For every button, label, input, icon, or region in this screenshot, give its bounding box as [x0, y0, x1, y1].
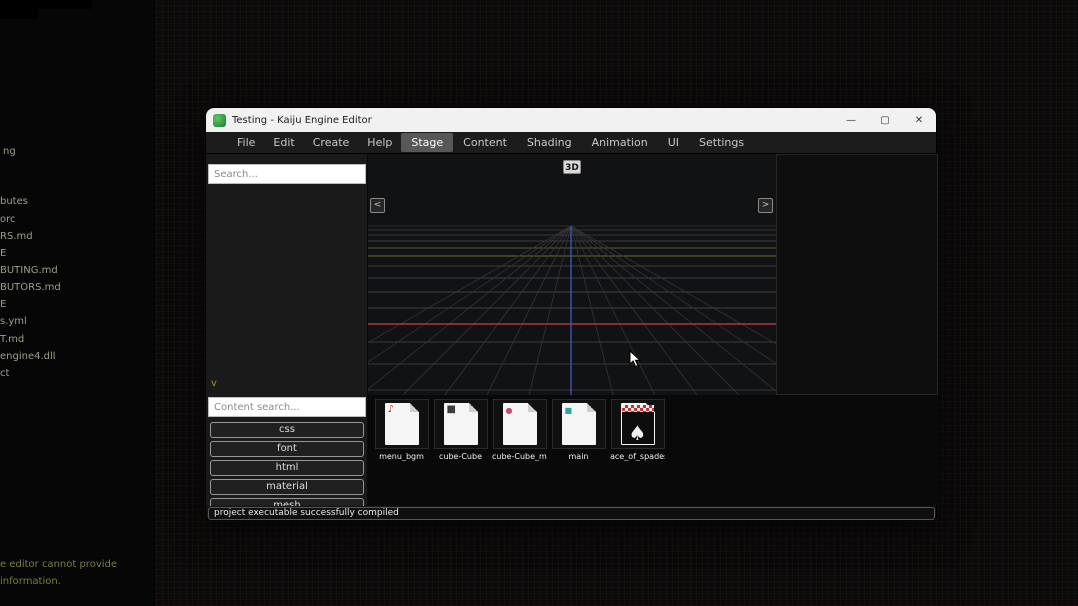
asset-label: ace_of_spades	[610, 452, 665, 461]
spade-icon: ♠	[628, 421, 647, 444]
content-search-input[interactable]	[208, 397, 366, 417]
close-button[interactable]: ✕	[902, 108, 936, 132]
filter-button-mesh[interactable]: mesh	[210, 498, 364, 506]
filter-button-font[interactable]: font	[210, 441, 364, 457]
asset-tile-menu-bgm[interactable]: ♪ menu_bgm	[374, 399, 429, 461]
minimize-button[interactable]: —	[834, 108, 868, 132]
file-page-icon: ♪	[384, 403, 419, 445]
file-page-icon: ●	[502, 403, 537, 445]
mouse-cursor	[629, 350, 641, 368]
collapse-indicator[interactable]: v	[211, 378, 217, 389]
view-mode-3d-button[interactable]: 3D	[563, 160, 581, 174]
asset-label: menu_bgm	[379, 452, 424, 461]
card-art: ♠	[621, 405, 654, 444]
background-block	[0, 9, 38, 19]
page-fold	[468, 403, 478, 412]
viewport-next-button[interactable]: >	[758, 198, 773, 213]
asset-icon: ♪	[374, 399, 429, 449]
card-checker-pattern	[621, 405, 654, 412]
content-browser: ♪ menu_bgm ■ cube-Cube ● cube-Cube_mat	[368, 395, 938, 506]
tab-ui[interactable]: UI	[658, 133, 689, 152]
music-note-icon: ♪	[387, 404, 394, 415]
viewport-grid	[368, 225, 776, 395]
asset-icon: ■	[551, 399, 606, 449]
tab-animation[interactable]: Animation	[582, 133, 658, 152]
material-ball-icon: ●	[505, 406, 513, 415]
file-fragment: E	[0, 299, 7, 310]
asset-label: cube-Cube_mat	[492, 452, 547, 461]
menu-item-file[interactable]: File	[228, 133, 264, 152]
page-fold	[409, 403, 419, 412]
file-page-icon: ■	[443, 403, 478, 445]
background-note-line: information.	[0, 576, 61, 587]
viewport-3d[interactable]: 3D < >	[368, 154, 776, 395]
window-title: Testing - Kaiju Engine Editor	[232, 114, 372, 126]
menu-item-edit[interactable]: Edit	[264, 133, 303, 152]
filter-button-css[interactable]: css	[210, 422, 364, 438]
file-fragment: BUTORS.md	[0, 282, 61, 293]
file-fragment: engine4.dll	[0, 351, 56, 362]
asset-tile-cube-material[interactable]: ● cube-Cube_mat	[492, 399, 547, 461]
asset-tile-main[interactable]: ■ main	[551, 399, 606, 461]
menu-item-create[interactable]: Create	[304, 133, 359, 152]
asset-icon: ●	[492, 399, 547, 449]
file-fragment: orc	[0, 214, 16, 225]
background-left-strip: ng butes orc RS.md E BUTING.md BUTORS.md…	[0, 0, 155, 606]
asset-label: main	[568, 452, 589, 461]
tab-settings[interactable]: Settings	[689, 133, 754, 152]
filter-button-html[interactable]: html	[210, 460, 364, 476]
file-fragment: butes	[0, 196, 28, 207]
cube-icon: ■	[446, 404, 456, 415]
status-bar: project executable successfully compiled	[208, 507, 935, 520]
editor-window: Testing - Kaiju Engine Editor — ▢ ✕ File…	[205, 107, 938, 520]
app-icon	[213, 113, 226, 127]
page-fold	[527, 403, 537, 412]
file-fragment: s.yml	[0, 316, 27, 327]
file-fragment: BUTING.md	[0, 265, 58, 276]
status-message: project executable successfully compiled	[214, 508, 399, 518]
file-page-icon: ♠	[620, 403, 655, 445]
asset-tile-cube-mesh[interactable]: ■ cube-Cube	[433, 399, 488, 461]
hierarchy-panel: v css font html material mesh	[206, 154, 368, 506]
tab-shading[interactable]: Shading	[517, 133, 582, 152]
tab-content[interactable]: Content	[453, 133, 517, 152]
code-file-icon: ■	[564, 406, 573, 415]
file-fragment: ct	[0, 368, 10, 379]
file-fragment: E	[0, 248, 7, 259]
menu-item-help[interactable]: Help	[358, 133, 401, 152]
maximize-button[interactable]: ▢	[868, 108, 902, 132]
asset-icon: ♠	[610, 399, 665, 449]
tab-stage[interactable]: Stage	[401, 133, 454, 152]
background-block	[0, 0, 92, 9]
hierarchy-search-input[interactable]	[208, 164, 366, 184]
asset-icon: ■	[433, 399, 488, 449]
asset-tile-ace-of-spades[interactable]: ♠ ace_of_spades	[610, 399, 665, 461]
right-empty-panel	[776, 154, 938, 395]
asset-label: cube-Cube	[438, 452, 482, 461]
viewport-prev-button[interactable]: <	[370, 198, 385, 213]
file-fragment: ng	[3, 146, 16, 157]
file-page-icon: ■	[561, 403, 596, 445]
title-bar: Testing - Kaiju Engine Editor — ▢ ✕	[206, 108, 936, 132]
desktop: { "window": { "title": "Testing - Kaiju …	[0, 0, 1078, 606]
background-note-line: e editor cannot provide	[0, 559, 118, 570]
menu-bar: File Edit Create Help Stage Content Shad…	[206, 132, 936, 154]
page-fold	[586, 403, 596, 412]
file-fragment: RS.md	[0, 231, 33, 242]
filter-button-material[interactable]: material	[210, 479, 364, 495]
file-fragment: T.md	[0, 334, 25, 345]
